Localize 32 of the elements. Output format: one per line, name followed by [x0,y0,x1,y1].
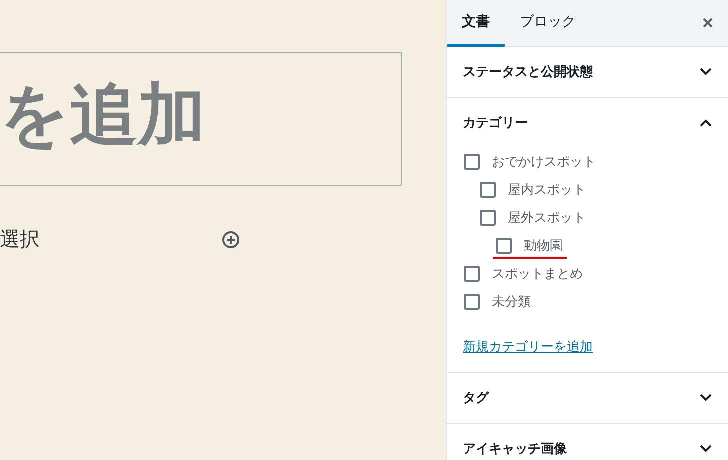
panel-title: アイキャッチ画像 [463,441,567,458]
panel-header[interactable]: アイキャッチ画像 [447,424,728,460]
category-label[interactable]: 未分類 [492,293,531,311]
category-label[interactable]: 屋内スポット [508,181,586,199]
close-icon[interactable] [703,18,713,28]
category-checkbox[interactable] [464,266,480,282]
panel-title: カテゴリー [463,115,528,132]
post-title-field[interactable]: を追加 [0,52,402,186]
sidebar-tab[interactable]: 文書 [447,0,505,47]
block-appender-field[interactable]: 選択 [0,226,40,253]
category-checkbox[interactable] [464,294,480,310]
category-label[interactable]: 屋外スポット [508,209,586,227]
add-category-link[interactable]: 新規カテゴリーを追加 [463,338,593,356]
category-label[interactable]: スポットまとめ [492,265,583,283]
chevron-down-icon [700,68,712,76]
panel-title: ステータスと公開状態 [463,64,593,81]
panel-header[interactable]: ステータスと公開状態 [447,47,728,97]
category-checkbox[interactable] [480,210,496,226]
add-block-icon[interactable] [222,230,240,248]
panel-header[interactable]: タグ [447,373,728,423]
category-label[interactable]: 動物園 [524,237,563,255]
category-checkbox[interactable] [464,154,480,170]
chevron-down-icon [700,394,712,402]
chevron-up-icon [700,119,712,127]
panel-title: タグ [463,390,489,407]
category-checkbox[interactable] [480,182,496,198]
post-title: を追加 [0,82,206,150]
sidebar-tab[interactable]: ブロック [505,0,591,47]
chevron-down-icon [700,445,712,453]
category-checkbox[interactable] [496,238,512,254]
panel-header[interactable]: カテゴリー [447,98,728,148]
category-label[interactable]: おでかけスポット [492,153,596,171]
